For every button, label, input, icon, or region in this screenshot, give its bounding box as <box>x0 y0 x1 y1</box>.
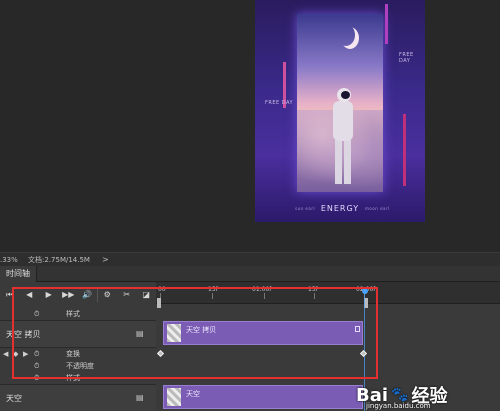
zoom-level[interactable]: .33% <box>0 256 28 264</box>
layer-row-sky[interactable]: 天空 ▤ <box>0 384 156 411</box>
annotation-highlight-box <box>12 287 378 379</box>
moon-icon <box>337 24 355 46</box>
astronaut-body <box>333 101 353 141</box>
paw-icon: 🐾 <box>391 387 409 403</box>
layer-name: 天空 <box>6 394 22 403</box>
canvas-area[interactable]: FREE DAY FREE DAY sun earl ENERGY moon e… <box>0 0 500 252</box>
watermark-url: jingyan.baidu.com <box>366 402 431 410</box>
film-icon[interactable]: ▤ <box>136 393 144 402</box>
astronaut-visor <box>341 91 350 99</box>
poster-free-day-text: FREE DAY <box>399 52 414 64</box>
astronaut-legs <box>335 140 351 184</box>
prev-keyframe-icon[interactable]: ◀ <box>3 350 8 358</box>
poster-sub-right: moon earl <box>365 206 390 211</box>
document-size: 文档:2.75M/14.5M <box>28 255 90 264</box>
clip-sky[interactable]: 天空 <box>163 385 363 409</box>
poster-free-day-text: FREE DAY <box>265 100 294 106</box>
poster-accent-bar <box>403 114 406 186</box>
poster-accent-bar <box>385 4 388 44</box>
clip-thumbnail <box>167 388 181 406</box>
panel-tabs: 时间轴 <box>0 266 500 282</box>
tab-timeline[interactable]: 时间轴 <box>0 266 37 282</box>
clip-title: 天空 <box>186 390 200 398</box>
baidu-watermark: Bai 🐾 经验 jingyan.baidu.com <box>356 382 447 411</box>
status-menu-arrow[interactable]: > <box>102 255 109 264</box>
poster-image[interactable]: FREE DAY FREE DAY sun earl ENERGY moon e… <box>255 0 425 222</box>
status-bar: .33% 文档:2.75M/14.5M > <box>0 252 500 266</box>
